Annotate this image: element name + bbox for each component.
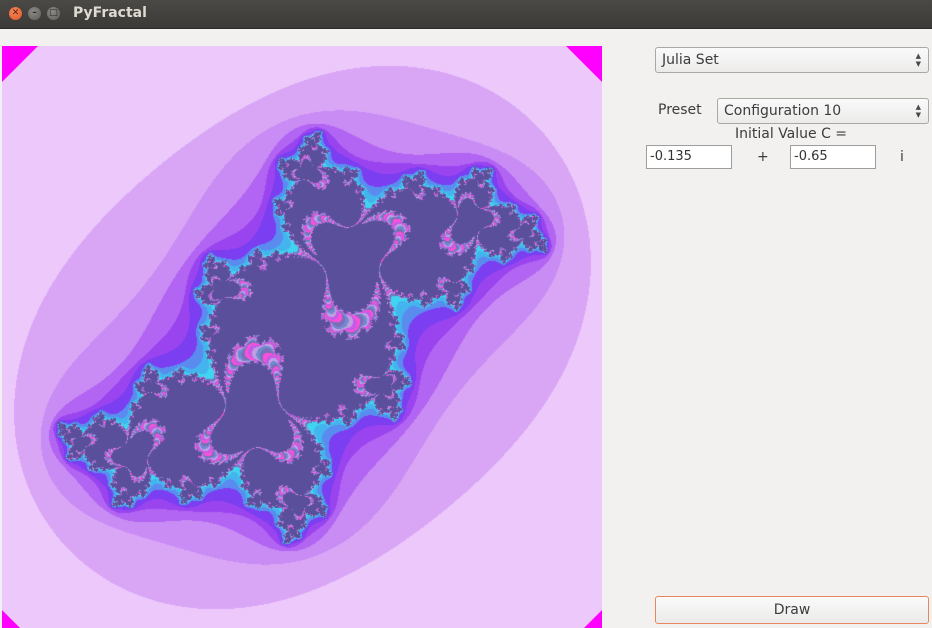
fractal-type-select[interactable]: Julia Set ▲ ▼	[655, 47, 929, 73]
draw-button[interactable]: Draw	[655, 596, 929, 624]
preset-value: Configuration 10	[724, 103, 842, 119]
fractal-canvas-area[interactable]	[2, 46, 602, 628]
title-bar: ✕ – □ PyFractal	[0, 0, 932, 29]
select-arrows-icon: ▲ ▼	[915, 103, 921, 119]
canvas-corner-marker	[584, 610, 602, 628]
minimize-window-button[interactable]: –	[28, 7, 41, 20]
plus-sign: +	[757, 149, 769, 165]
select-arrows-icon: ▲ ▼	[915, 52, 921, 68]
canvas-corner-marker	[2, 610, 20, 628]
window-title: PyFractal	[73, 5, 147, 21]
imaginary-unit-label: i	[900, 149, 904, 165]
fractal-type-value: Julia Set	[662, 52, 719, 68]
c-real-input[interactable]: -0.135	[646, 145, 732, 169]
preset-label: Preset	[658, 102, 702, 118]
canvas-corner-marker	[566, 46, 602, 82]
maximize-window-button[interactable]: □	[47, 7, 60, 20]
initial-value-label: Initial Value C =	[735, 126, 848, 142]
c-imag-input[interactable]: -0.65	[790, 145, 876, 169]
fractal-canvas[interactable]	[2, 46, 602, 628]
canvas-corner-marker	[2, 46, 38, 82]
preset-select[interactable]: Configuration 10 ▲ ▼	[717, 98, 929, 124]
close-window-button[interactable]: ✕	[9, 7, 22, 20]
